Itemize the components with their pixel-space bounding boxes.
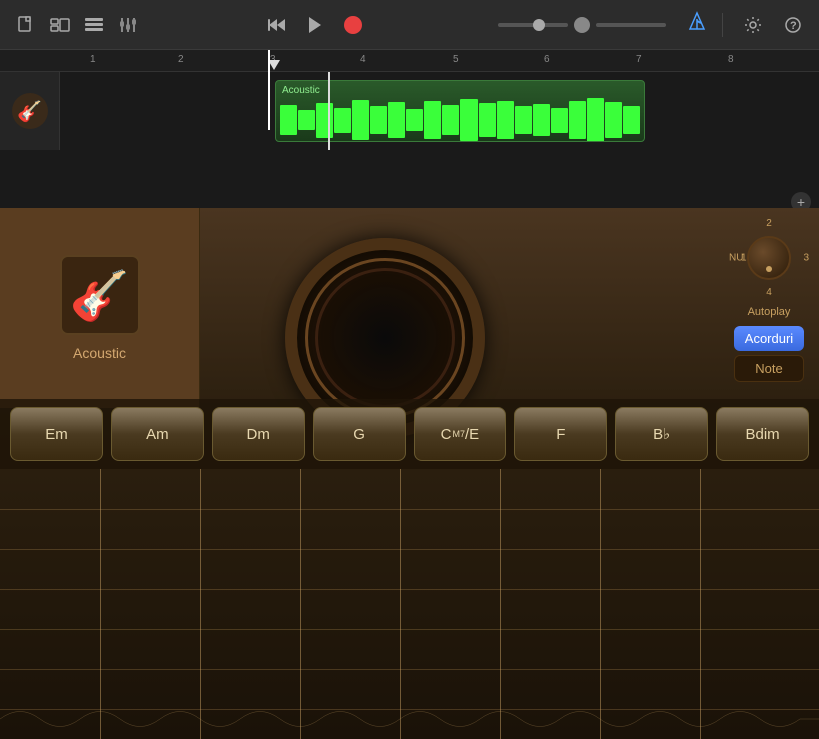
track-header: 🎸 xyxy=(0,72,60,150)
wave-bar xyxy=(551,108,568,133)
wave-bar xyxy=(479,103,496,137)
view-mode-button[interactable] xyxy=(46,11,74,39)
tracks-button[interactable] xyxy=(80,11,108,39)
knob-label-right: 3 xyxy=(803,253,809,264)
chord-button[interactable]: Dm xyxy=(212,407,305,461)
instrument-panel: 🎸 Acoustic xyxy=(0,208,200,408)
playhead xyxy=(268,50,270,130)
ruler-mark-7: 7 xyxy=(636,54,642,65)
record-circle xyxy=(344,16,362,34)
autoplay-label: Autoplay xyxy=(748,306,791,318)
wave-bar xyxy=(442,105,459,135)
chord-button[interactable]: Em xyxy=(10,407,103,461)
waveform-decoration xyxy=(0,699,819,739)
knob-dot xyxy=(766,266,772,272)
ruler-mark-6: 6 xyxy=(544,54,550,65)
ruler-marks: 1 2 3 4 5 6 7 8 xyxy=(60,50,819,71)
wave-bar xyxy=(533,104,550,136)
wave-bar xyxy=(316,103,333,138)
record-button[interactable] xyxy=(337,9,369,41)
ruler-mark-4: 4 xyxy=(360,54,366,65)
autoplay-section: 2 3 4 NU 1 Autoplay Acorduri Note xyxy=(729,218,809,382)
volume-knob[interactable] xyxy=(533,19,545,31)
metronome-button[interactable] xyxy=(686,11,708,38)
wave-bar xyxy=(334,108,351,133)
fret-line-4 xyxy=(0,629,819,630)
instrument-area: 🎸 Acoustic 2 3 4 NU 1 Autoplay Ac xyxy=(0,208,819,739)
wave-bar xyxy=(406,109,423,131)
chord-button[interactable]: Am xyxy=(111,407,204,461)
wave-bar xyxy=(605,102,622,138)
ruler-mark-2: 2 xyxy=(178,54,184,65)
svg-text:?: ? xyxy=(790,20,797,32)
timeline-ruler: 1 2 3 4 5 6 7 8 xyxy=(0,50,819,72)
instrument-icon-large: 🎸 xyxy=(60,255,140,335)
ruler-mark-5: 5 xyxy=(453,54,459,65)
ruler-mark-1: 1 xyxy=(90,54,96,65)
settings-button[interactable] xyxy=(739,11,767,39)
help-button[interactable]: ? xyxy=(779,11,807,39)
chord-buttons: EmAmDmGCM7/EFB♭Bdim xyxy=(0,399,819,469)
volume-slider[interactable] xyxy=(498,23,568,27)
autoplay-knob[interactable] xyxy=(747,236,791,280)
wave-bar xyxy=(497,101,514,139)
wave-bar xyxy=(280,105,297,135)
acorduri-button[interactable]: Acorduri xyxy=(734,326,804,351)
volume-control xyxy=(498,17,666,33)
master-slider[interactable] xyxy=(596,23,666,27)
wave-bar xyxy=(569,101,586,139)
toolbar-right: ? xyxy=(718,11,807,39)
track-content: Acoustic xyxy=(60,72,819,150)
mode-buttons: Acorduri Note xyxy=(734,326,804,382)
wave-bar xyxy=(424,101,441,139)
divider xyxy=(722,13,723,37)
knob-label-top: 2 xyxy=(766,218,772,229)
fret-line-3 xyxy=(0,589,819,590)
chord-button[interactable]: F xyxy=(514,407,607,461)
chord-button[interactable]: G xyxy=(313,407,406,461)
wave-bar xyxy=(352,100,369,140)
tracks-area: 🎸 Acoustic xyxy=(0,72,819,150)
autoplay-knob-container: 2 3 4 NU 1 xyxy=(729,218,809,298)
chord-button[interactable]: B♭ xyxy=(615,407,708,461)
wave-bar xyxy=(587,98,604,142)
fret-line-5 xyxy=(0,669,819,670)
mixer-button[interactable] xyxy=(114,11,142,39)
track-icon: 🎸 xyxy=(12,93,48,129)
chord-button[interactable]: CM7/E xyxy=(414,407,507,461)
toolbar: ? xyxy=(0,0,819,50)
new-document-button[interactable] xyxy=(12,11,40,39)
volume-circle-icon xyxy=(574,17,590,33)
wave-bar xyxy=(388,102,405,138)
note-button[interactable]: Note xyxy=(734,355,804,382)
fret-line-2 xyxy=(0,549,819,550)
wave-bar xyxy=(298,110,315,130)
toolbar-left xyxy=(12,11,142,39)
clip-waveform xyxy=(276,99,644,141)
rewind-button[interactable] xyxy=(261,9,293,41)
clip-label: Acoustic xyxy=(278,83,324,98)
top-bar: ? 1 2 3 4 5 6 7 8 🎸 Acoustic xyxy=(0,0,819,130)
instrument-name: Acoustic xyxy=(73,345,126,361)
ruler-mark-8: 8 xyxy=(728,54,734,65)
transport-controls xyxy=(261,9,369,41)
knob-label-bottom: 4 xyxy=(766,287,772,298)
play-button[interactable] xyxy=(299,9,331,41)
chord-button[interactable]: Bdim xyxy=(716,407,809,461)
soundhole-ring-middle xyxy=(315,268,455,408)
wave-bar xyxy=(623,106,640,134)
acoustic-clip[interactable]: Acoustic xyxy=(275,80,645,142)
wave-bar xyxy=(515,106,532,134)
knob-label-1: 1 xyxy=(741,253,747,264)
wave-bar xyxy=(460,99,477,141)
playhead-track-line xyxy=(328,72,330,150)
fret-line-1 xyxy=(0,509,819,510)
strings-area xyxy=(0,469,819,739)
wave-bar xyxy=(370,106,387,134)
